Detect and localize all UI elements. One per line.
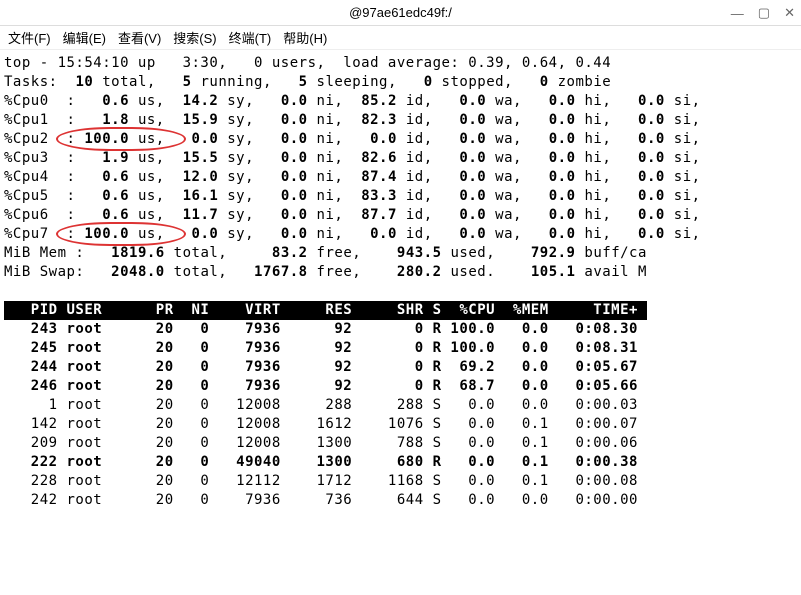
cpu-line-1: %Cpu1 : 1.8 us, 15.9 sy, 0.0 ni, 82.3 id… <box>4 111 797 130</box>
cpu-line-2: %Cpu2 : 100.0 us, 0.0 sy, 0.0 ni, 0.0 id… <box>4 130 797 149</box>
menu-help[interactable]: 帮助(H) <box>283 28 327 47</box>
menu-view[interactable]: 查看(V) <box>118 28 161 47</box>
summary-tasks: Tasks: 10 total, 5 running, 5 sleeping, … <box>4 73 797 92</box>
cpu-line-0: %Cpu0 : 0.6 us, 14.2 sy, 0.0 ni, 85.2 id… <box>4 92 797 111</box>
cpu-line-6: %Cpu6 : 0.6 us, 11.7 sy, 0.0 ni, 87.7 id… <box>4 206 797 225</box>
cpu-line-3: %Cpu3 : 1.9 us, 15.5 sy, 0.0 ni, 82.6 id… <box>4 149 797 168</box>
summary-uptime: top - 15:54:10 up 3:30, 0 users, load av… <box>4 54 797 73</box>
menu-search[interactable]: 搜索(S) <box>173 28 216 47</box>
menu-edit[interactable]: 编辑(E) <box>63 28 106 47</box>
cpu-line-5: %Cpu5 : 0.6 us, 16.1 sy, 0.0 ni, 83.3 id… <box>4 187 797 206</box>
process-row: 242 root 20 0 7936 736 644 S 0.0 0.0 0:0… <box>4 491 797 510</box>
terminal-output[interactable]: top - 15:54:10 up 3:30, 0 users, load av… <box>0 50 801 514</box>
process-row: 142 root 20 0 12008 1612 1076 S 0.0 0.1 … <box>4 415 797 434</box>
cpu-line-7: %Cpu7 : 100.0 us, 0.0 sy, 0.0 ni, 0.0 id… <box>4 225 797 244</box>
menu-terminal[interactable]: 终端(T) <box>229 28 272 47</box>
process-row: 1 root 20 0 12008 288 288 S 0.0 0.0 0:00… <box>4 396 797 415</box>
process-row: 246 root 20 0 7936 92 0 R 68.7 0.0 0:05.… <box>4 377 797 396</box>
menu-file[interactable]: 文件(F) <box>8 28 51 47</box>
process-row: 222 root 20 0 49040 1300 680 R 0.0 0.1 0… <box>4 453 797 472</box>
summary-mem: MiB Mem : 1819.6 total, 83.2 free, 943.5… <box>4 244 797 263</box>
blank-line <box>4 282 797 301</box>
close-icon[interactable]: ✕ <box>784 5 795 21</box>
window-controls: — ▢ ✕ <box>731 0 795 26</box>
process-row: 244 root 20 0 7936 92 0 R 69.2 0.0 0:05.… <box>4 358 797 377</box>
menu-bar: 文件(F) 编辑(E) 查看(V) 搜索(S) 终端(T) 帮助(H) <box>0 26 801 50</box>
process-header: PID USER PR NI VIRT RES SHR S %CPU %MEM … <box>4 301 797 320</box>
process-row: 209 root 20 0 12008 1300 788 S 0.0 0.1 0… <box>4 434 797 453</box>
maximize-icon[interactable]: ▢ <box>758 5 770 21</box>
process-row: 228 root 20 0 12112 1712 1168 S 0.0 0.1 … <box>4 472 797 491</box>
window-titlebar: @97ae61edc49f:/ — ▢ ✕ <box>0 0 801 26</box>
window-title: @97ae61edc49f:/ <box>349 5 452 20</box>
summary-swap: MiB Swap: 2048.0 total, 1767.8 free, 280… <box>4 263 797 282</box>
minimize-icon[interactable]: — <box>731 6 744 21</box>
cpu-line-4: %Cpu4 : 0.6 us, 12.0 sy, 0.0 ni, 87.4 id… <box>4 168 797 187</box>
process-row: 245 root 20 0 7936 92 0 R 100.0 0.0 0:08… <box>4 339 797 358</box>
process-row: 243 root 20 0 7936 92 0 R 100.0 0.0 0:08… <box>4 320 797 339</box>
